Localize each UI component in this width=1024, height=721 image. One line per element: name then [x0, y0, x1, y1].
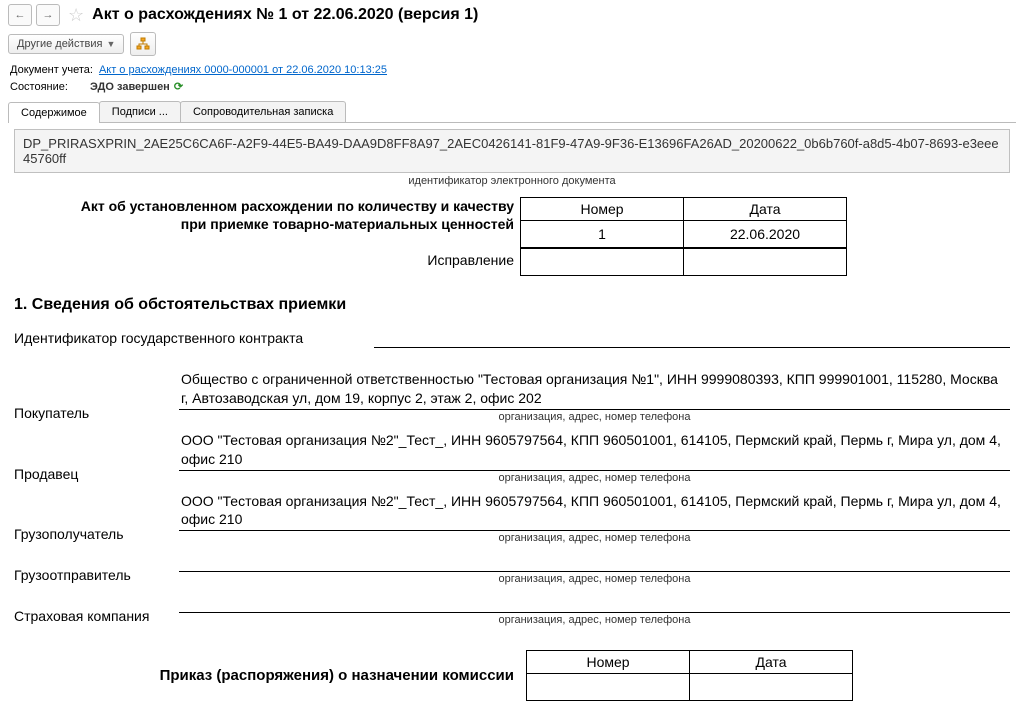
act-header-line2: при приемке товарно-материальных ценност…: [14, 215, 514, 233]
order-date-cell: [690, 674, 853, 701]
act-number-header: Номер: [521, 198, 684, 221]
edoc-identifier: DP_PRIRASXPRIN_2AE25C6CA6F-A2F9-44E5-BA4…: [14, 129, 1010, 173]
gov-contract-value: [374, 328, 1010, 348]
order-label: Приказ (распоряжения) о назначении комис…: [14, 667, 520, 684]
shipper-value: [179, 552, 1010, 572]
buyer-label: Покупатель: [14, 405, 179, 423]
tab-content[interactable]: Содержимое: [8, 102, 100, 123]
other-actions-dropdown[interactable]: Другие действия ▼: [8, 34, 124, 54]
act-header-text: Акт об установленном расхождении по коли…: [14, 197, 520, 233]
correction-date-cell: [684, 249, 847, 276]
correction-number-cell: [521, 249, 684, 276]
chevron-down-icon: ▼: [106, 39, 115, 49]
act-date-value: 22.06.2020: [684, 221, 847, 248]
refresh-icon[interactable]: ⟳: [174, 80, 183, 93]
consignee-value: ООО "Тестовая организация №2"_Тест_, ИНН…: [179, 492, 1010, 532]
shipper-hint: организация, адрес, номер телефона: [179, 573, 1010, 585]
buyer-value: Общество с ограниченной ответственностью…: [179, 370, 1010, 410]
insurance-value: [179, 593, 1010, 613]
shipper-label: Грузоотправитель: [14, 567, 179, 585]
doc-account-label: Документ учета:: [10, 64, 93, 76]
correction-table: [520, 248, 847, 276]
act-number-value: 1: [521, 221, 684, 248]
correction-label: Исправление: [14, 248, 520, 268]
consignee-hint: организация, адрес, номер телефона: [179, 532, 1010, 544]
consignee-label: Грузополучатель: [14, 526, 179, 544]
seller-value: ООО "Тестовая организация №2"_Тест_, ИНН…: [179, 431, 1010, 471]
page-title: Акт о расхождениях № 1 от 22.06.2020 (ве…: [92, 6, 478, 24]
order-date-header: Дата: [690, 651, 853, 674]
insurance-hint: организация, адрес, номер телефона: [179, 614, 1010, 626]
state-value: ЭДО завершен: [90, 81, 170, 93]
tab-signatures[interactable]: Подписи ...: [99, 101, 181, 122]
act-number-date-table: Номер Дата 1 22.06.2020: [520, 197, 847, 248]
hierarchy-icon: [136, 37, 150, 51]
seller-label: Продавец: [14, 466, 179, 484]
nav-back-button[interactable]: ←: [8, 4, 32, 26]
buyer-hint: организация, адрес, номер телефона: [179, 411, 1010, 423]
doc-account-link[interactable]: Акт о расхождениях 0000-000001 от 22.06.…: [99, 64, 387, 76]
act-header-line1: Акт об установленном расхождении по коли…: [14, 197, 514, 215]
section1-title: 1. Сведения об обстоятельствах приемки: [14, 296, 1010, 314]
favorite-star-icon[interactable]: ☆: [68, 5, 84, 26]
act-date-header: Дата: [684, 198, 847, 221]
tab-memo[interactable]: Сопроводительная записка: [180, 101, 346, 122]
other-actions-label: Другие действия: [17, 38, 102, 50]
insurance-label: Страховая компания: [14, 608, 179, 626]
edoc-identifier-caption: идентификатор электронного документа: [14, 175, 1010, 187]
tree-icon-button[interactable]: [130, 32, 156, 56]
gov-contract-label: Идентификатор государственного контракта: [14, 330, 374, 348]
order-table: Номер Дата: [526, 650, 853, 701]
nav-forward-button[interactable]: →: [36, 4, 60, 26]
state-label: Состояние:: [10, 81, 84, 93]
seller-hint: организация, адрес, номер телефона: [179, 472, 1010, 484]
order-number-header: Номер: [527, 651, 690, 674]
order-number-cell: [527, 674, 690, 701]
